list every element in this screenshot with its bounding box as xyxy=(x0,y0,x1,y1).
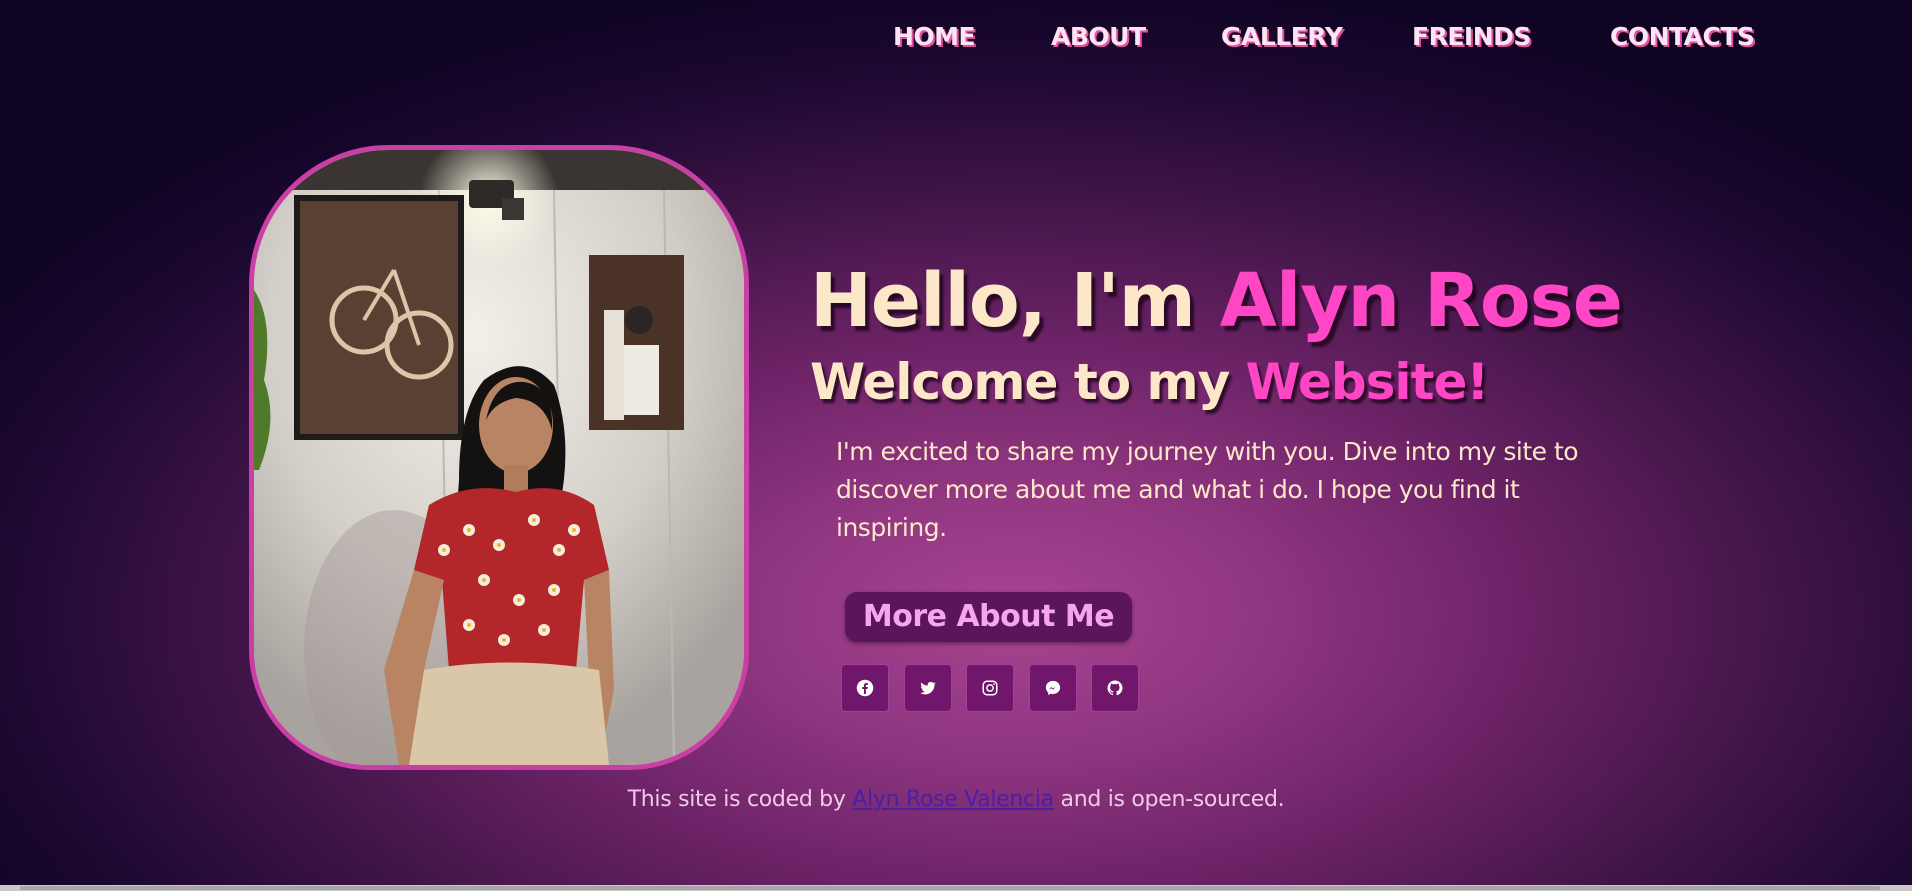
twitter-link[interactable] xyxy=(904,664,952,712)
nav-friends-link[interactable]: FREINDS xyxy=(1412,22,1531,51)
messenger-link[interactable] xyxy=(1029,664,1077,712)
footer-suffix: and is open-sourced. xyxy=(1053,787,1285,812)
hero-welcome: Welcome to my xyxy=(810,353,1246,411)
main-navigation: HOME ABOUT GALLERY FREINDS CONTACTS xyxy=(893,22,1755,62)
facebook-link[interactable] xyxy=(841,664,889,712)
nav-contacts-link[interactable]: CONTACTS xyxy=(1610,22,1755,51)
nav-gallery-link[interactable]: GALLERY xyxy=(1221,22,1343,51)
github-icon xyxy=(1107,680,1123,696)
hero-subtitle: Welcome to my Website! xyxy=(810,347,1610,417)
horizontal-scrollbar[interactable] xyxy=(0,885,1912,891)
hero-greeting: Hello, I'm xyxy=(810,258,1220,344)
nav-about-link[interactable]: ABOUT xyxy=(1051,22,1146,51)
hero-title: Hello, I'm Alyn Rose xyxy=(810,255,1623,347)
hero-intro-text: I'm excited to share my journey with you… xyxy=(836,437,1579,542)
instagram-link[interactable] xyxy=(966,664,1014,712)
github-link[interactable] xyxy=(1091,664,1139,712)
nav-home-link[interactable]: HOME xyxy=(893,22,976,51)
footer-prefix: This site is coded by xyxy=(627,787,853,812)
social-links xyxy=(841,664,1241,712)
more-about-me-button[interactable]: More About Me xyxy=(845,592,1132,642)
twitter-icon xyxy=(920,681,937,695)
profile-photo-illustration xyxy=(254,150,744,765)
hero-section: Hello, I'm Alyn Rose Welcome to my Websi… xyxy=(810,255,1623,417)
hero-name: Alyn Rose xyxy=(1219,258,1623,344)
facebook-icon xyxy=(856,679,874,697)
profile-photo xyxy=(249,145,749,770)
hero-welcome-highlight: Website! xyxy=(1245,353,1490,411)
site-footer: This site is coded by Alyn Rose Valencia… xyxy=(0,782,1912,818)
scrollbar-thumb[interactable] xyxy=(20,886,1880,890)
instagram-icon xyxy=(982,680,998,696)
footer-author-link[interactable]: Alyn Rose Valencia xyxy=(852,787,1054,812)
messenger-icon xyxy=(1045,680,1061,696)
